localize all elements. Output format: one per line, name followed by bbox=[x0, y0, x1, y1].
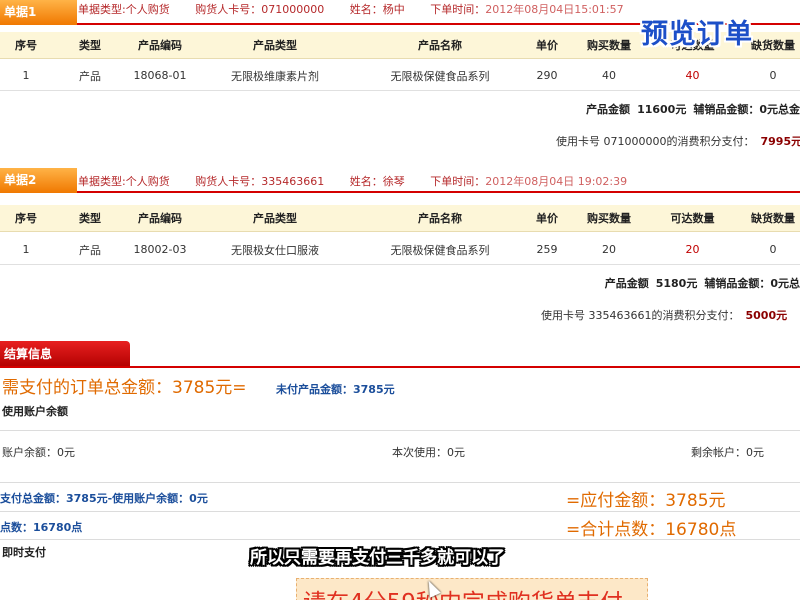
table-row: 1 产品 18068-01 无限极维康素片剂 无限极保健食品系列 290 40 … bbox=[0, 61, 800, 91]
row-ptype: 无限极维康素片剂 bbox=[231, 69, 319, 83]
order-2-points-text: 使用卡号 335463661的消费积分支付： bbox=[541, 309, 740, 322]
col-qty: 购买数量 bbox=[587, 39, 631, 52]
order-1-buyer-card: 购货人卡号：071000000 bbox=[195, 3, 325, 16]
order-2-points: 使用卡号 335463661的消费积分支付： 5000元 bbox=[541, 307, 787, 323]
order-1-points-text: 使用卡号 071000000的消费积分支付： bbox=[556, 135, 755, 148]
order-2-name: 姓名：徐琴 bbox=[349, 175, 405, 188]
row-avail: 20 bbox=[685, 243, 700, 256]
col-type: 类型 bbox=[79, 212, 101, 225]
order-2-meta: 单据类型:个人购货 购货人卡号：335463661 姓名：徐琴 下单时间：201… bbox=[78, 168, 649, 193]
divider bbox=[0, 430, 800, 431]
row-code: 18068-01 bbox=[133, 69, 187, 82]
points-total: =合计点数：16780点 bbox=[566, 520, 737, 540]
order-2-buyer-card: 购货人卡号：335463661 bbox=[195, 175, 325, 188]
overlay-title: 预览订单 bbox=[641, 19, 753, 50]
order-1-time: 2012年08月04日15:01:57 bbox=[485, 3, 624, 16]
order-1-summary-amount: 11600元 bbox=[637, 103, 687, 116]
order-1-points: 使用卡号 071000000的消费积分支付： 7995元 bbox=[556, 133, 800, 149]
order-1-summary-label: 产品金额 bbox=[586, 103, 631, 116]
points-total-left: 点数：16780点 bbox=[0, 521, 83, 534]
order-2-summary-aux: 辅销品金额：0元总 bbox=[704, 277, 800, 290]
col-avail: 可达数量 bbox=[670, 212, 715, 225]
row-qty: 40 bbox=[602, 69, 616, 82]
instant-pay-title: 即时支付 bbox=[2, 546, 46, 559]
col-ptype: 产品类型 bbox=[253, 212, 297, 225]
col-price: 单价 bbox=[536, 212, 558, 225]
this-use: 本次使用：0元 bbox=[392, 446, 465, 459]
order-2-doc-type: 单据类型:个人购货 bbox=[78, 175, 170, 188]
order-1-points-value: 7995元 bbox=[760, 135, 800, 148]
divider bbox=[0, 482, 800, 483]
order-1-summary-aux: 辅销品金额：0元总金 bbox=[693, 103, 800, 116]
row-qty: 20 bbox=[602, 243, 616, 256]
order-2-summary: 产品金额 5180元 辅销品金额：0元总 bbox=[605, 275, 800, 291]
order-2-points-value: 5000元 bbox=[745, 309, 788, 322]
order-1-meta: 单据类型:个人购货 购货人卡号：071000000 姓名：杨中 下单时间：201… bbox=[78, 0, 646, 25]
order-1-time-label: 下单时间： bbox=[430, 3, 486, 16]
col-qty: 购买数量 bbox=[587, 212, 631, 225]
col-short: 缺货数量 bbox=[751, 212, 795, 225]
row-ptype: 无限极女仕口服液 bbox=[231, 243, 319, 257]
order-1-doc-type: 单据类型:个人购货 bbox=[78, 3, 170, 16]
col-type: 类型 bbox=[79, 39, 101, 52]
col-ptype: 产品类型 bbox=[253, 39, 297, 52]
unpaid-amount: 未付产品金额：3785元 bbox=[276, 383, 395, 396]
order-total-label: 需支付的订单总金额：3785元= bbox=[2, 378, 247, 398]
row-code: 18002-03 bbox=[133, 243, 187, 256]
row-type: 产品 bbox=[79, 69, 101, 83]
row-short: 0 bbox=[769, 69, 777, 82]
row-avail: 40 bbox=[685, 69, 700, 82]
payable-amount: =应付金额：3785元 bbox=[566, 491, 726, 511]
order-2-summary-amount: 5180元 bbox=[655, 277, 698, 290]
row-seq: 1 bbox=[22, 69, 30, 82]
countdown-text: 请在4分59秒内完成购货单支付 bbox=[303, 583, 623, 600]
countdown-banner: 请在4分59秒内完成购货单支付 bbox=[296, 578, 648, 600]
account-balance: 账户余额：0元 bbox=[2, 446, 75, 459]
row-pname: 无限极保健食品系列 bbox=[390, 243, 490, 257]
order-1-name: 姓名：杨中 bbox=[349, 3, 405, 16]
settlement-divider bbox=[0, 366, 800, 368]
row-pname: 无限极保健食品系列 bbox=[390, 69, 490, 83]
divider bbox=[0, 539, 800, 540]
order-2-tab[interactable]: 单据2 bbox=[0, 168, 77, 193]
order-2-table-header: 序号 类型 产品编码 产品类型 产品名称 单价 购买数量 可达数量 缺货数量 bbox=[0, 205, 800, 232]
col-seq: 序号 bbox=[15, 212, 37, 225]
remaining-balance: 剩余帐户：0元 bbox=[691, 446, 764, 459]
video-subtitle: 所以只需要再支付三千多就可以了 bbox=[250, 548, 505, 568]
row-type: 产品 bbox=[79, 243, 101, 257]
order-2-summary-label: 产品金额 bbox=[604, 277, 649, 290]
order-1-summary: 产品金额 11600元 辅销品金额：0元总金 bbox=[586, 101, 800, 117]
row-price: 259 bbox=[536, 243, 558, 256]
col-code: 产品编码 bbox=[138, 212, 182, 225]
settlement-tab[interactable]: 结算信息 bbox=[0, 341, 130, 368]
col-seq: 序号 bbox=[15, 39, 37, 52]
divider bbox=[0, 511, 800, 512]
order-2-time: 2012年08月04日 19:02:39 bbox=[485, 175, 628, 188]
row-seq: 1 bbox=[22, 243, 30, 256]
col-pname: 产品名称 bbox=[418, 39, 462, 52]
order-2-time-label: 下单时间： bbox=[430, 175, 486, 188]
col-pname: 产品名称 bbox=[418, 212, 462, 225]
order-1-tab[interactable]: 单据1 bbox=[0, 0, 77, 25]
col-price: 单价 bbox=[536, 39, 558, 52]
row-short: 0 bbox=[769, 243, 777, 256]
order-2-header: 单据2 单据类型:个人购货 购货人卡号：335463661 姓名：徐琴 下单时间… bbox=[0, 168, 800, 193]
pay-total: 支付总金额：3785元-使用账户余额：0元 bbox=[0, 492, 208, 505]
row-price: 290 bbox=[536, 69, 558, 82]
table-row: 1 产品 18002-03 无限极女仕口服液 无限极保健食品系列 259 20 … bbox=[0, 235, 800, 265]
account-balance-title: 使用账户余额 bbox=[2, 405, 68, 418]
col-code: 产品编码 bbox=[138, 39, 182, 52]
